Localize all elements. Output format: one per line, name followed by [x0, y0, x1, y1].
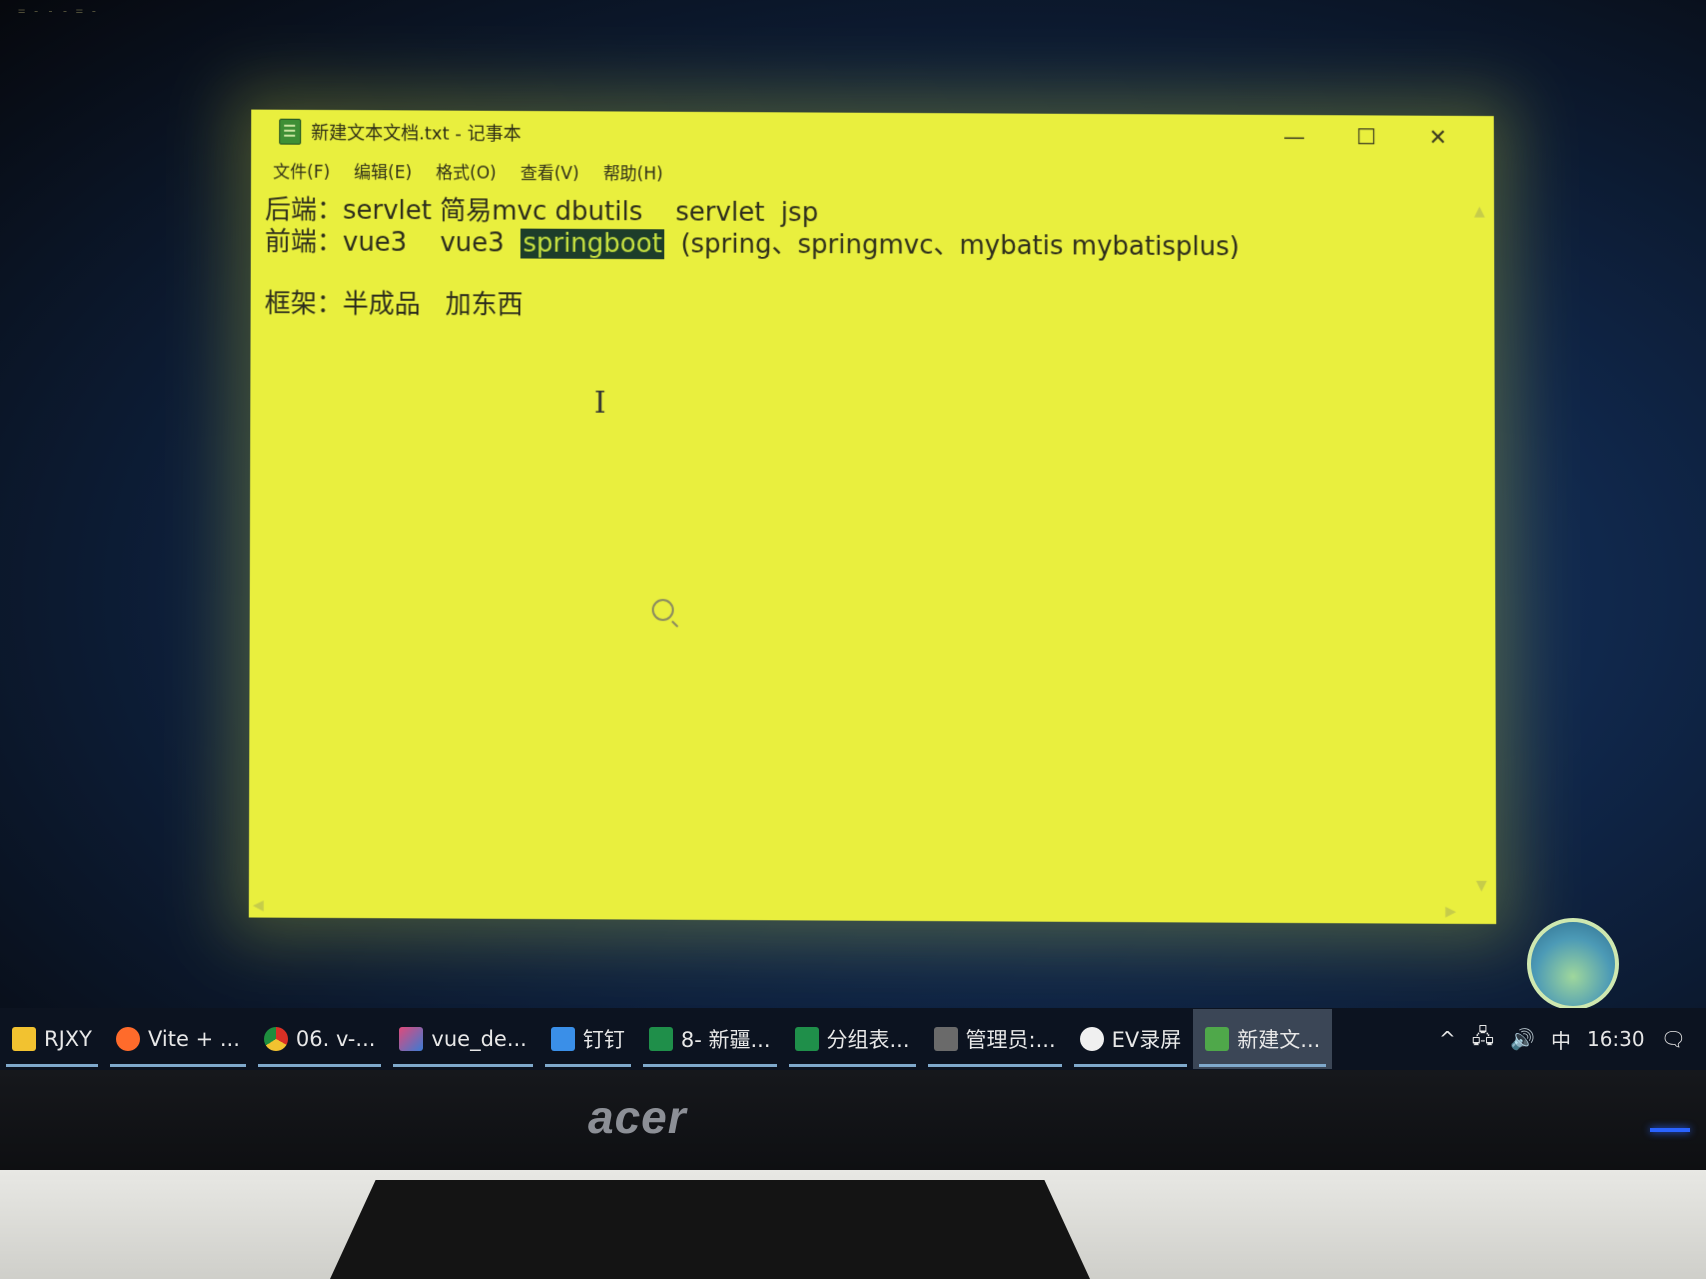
taskbar: RJXY Vite + ... 06. v-... vue_de... 钉钉 8… [0, 1008, 1706, 1070]
maximize-button[interactable]: ☐ [1330, 115, 1402, 159]
excel-icon [794, 1027, 819, 1051]
intellij-icon [399, 1027, 424, 1051]
excel-icon [648, 1027, 673, 1051]
taskbar-item-intellij[interactable]: vue_de... [387, 1009, 538, 1069]
ev-recorder-icon [1079, 1027, 1104, 1051]
text-line-2-start: 前端：vue3 vue3 [264, 227, 521, 259]
taskbar-item-notepad[interactable]: 新建文... [1193, 1009, 1333, 1069]
menu-help[interactable]: 帮助(H) [603, 159, 663, 187]
menu-file[interactable]: 文件(F) [273, 157, 330, 185]
notification-icon[interactable]: 🗨 [1661, 1027, 1686, 1051]
taskbar-label: 分组表... [826, 1028, 910, 1052]
dingtalk-icon [550, 1027, 575, 1051]
zoom-cursor-icon [651, 598, 674, 622]
scroll-right-icon[interactable]: ▶ [1445, 904, 1456, 920]
text-line-2: 前端：vue3 vue3 springboot (spring、springmv… [265, 221, 1240, 263]
taskbar-item-excel-2[interactable]: 分组表... [783, 1009, 922, 1069]
taskbar-label: RJXY [44, 1027, 92, 1051]
chrome-icon [263, 1027, 288, 1051]
clock[interactable]: 16:30 [1587, 1027, 1645, 1051]
taskbar-label: 8- 新疆... [680, 1028, 771, 1052]
ime-indicator[interactable]: 中 [1551, 1025, 1571, 1054]
monitor-bezel [0, 1070, 1706, 1170]
menu-format[interactable]: 格式(O) [436, 158, 497, 186]
taskbar-item-excel-1[interactable]: 8- 新疆... [637, 1009, 783, 1069]
desktop-corner-text: = - - - = - [18, 4, 98, 18]
taskbar-item-dingtalk[interactable]: 钉钉 [539, 1009, 637, 1069]
text-cursor-icon: I [594, 385, 607, 421]
folder-icon [12, 1027, 36, 1051]
monitor-brand-logo: acer [588, 1091, 687, 1143]
window-controls: — ☐ ✕ [1258, 115, 1474, 160]
taskbar-label: Vite + ... [148, 1027, 240, 1051]
taskbar-item-terminal[interactable]: 管理员:... [922, 1009, 1068, 1069]
menu-bar: 文件(F) 编辑(E) 格式(O) 查看(V) 帮助(H) [273, 157, 663, 187]
taskbar-label: 新建文... [1237, 1028, 1321, 1052]
taskbar-item-chrome[interactable]: 06. v-... [252, 1009, 388, 1069]
text-editor[interactable]: 后端：servlet 简易mvc dbutils servlet jsp 前端：… [263, 189, 1468, 897]
desktop: = - - - = - 新建文本文档.txt - 记事本 — ☐ ✕ 文件(F)… [0, 0, 1706, 1080]
menu-edit[interactable]: 编辑(E) [354, 158, 412, 186]
text-line-2-end: (spring、springmvc、mybatis mybatisplus) [664, 229, 1240, 263]
power-led-icon [1650, 1128, 1690, 1132]
close-button[interactable]: ✕ [1402, 116, 1474, 160]
taskbar-item-rjxy[interactable]: RJXY [0, 1009, 104, 1069]
window-title: 新建文本文档.txt - 记事本 [311, 122, 522, 145]
taskbar-label: vue_de... [431, 1027, 527, 1051]
volume-icon[interactable]: 🔊 [1510, 1027, 1535, 1051]
terminal-icon [933, 1027, 958, 1051]
taskbar-label: 06. v-... [295, 1027, 376, 1051]
taskbar-label: 钉钉 [582, 1028, 625, 1052]
title-bar[interactable]: 新建文本文档.txt - 记事本 — ☐ ✕ [251, 110, 1494, 160]
menu-view[interactable]: 查看(V) [520, 159, 579, 187]
scroll-left-icon[interactable]: ◀ [253, 897, 264, 913]
horizontal-scrollbar[interactable]: ◀ ▶ [253, 897, 1456, 919]
notepad-icon [279, 118, 302, 145]
notepad-icon [1205, 1027, 1230, 1051]
taskbar-label: 管理员:... [965, 1028, 1056, 1052]
selected-text[interactable]: springboot [520, 228, 665, 260]
scroll-down-icon[interactable]: ▼ [1476, 878, 1487, 894]
show-hidden-icons-chevron-icon[interactable]: ^ [1439, 1027, 1456, 1051]
taskbar-item-ev-recorder[interactable]: EV录屏 [1068, 1009, 1194, 1069]
floating-assistant-icon[interactable] [1527, 918, 1619, 1010]
system-tray: ^ 🖧 🔊 中 16:30 🗨 [1439, 1008, 1686, 1070]
firefox-icon [116, 1027, 140, 1051]
taskbar-label: EV录屏 [1111, 1028, 1182, 1052]
monitor-stand [330, 1180, 1090, 1279]
taskbar-item-firefox[interactable]: Vite + ... [104, 1009, 252, 1069]
network-icon[interactable]: 🖧 [1472, 1022, 1494, 1056]
minimize-button[interactable]: — [1258, 115, 1330, 159]
scroll-up-icon[interactable]: ▲ [1474, 204, 1485, 220]
vertical-scrollbar[interactable]: ▲ ▼ [1474, 204, 1490, 894]
notepad-window[interactable]: 新建文本文档.txt - 记事本 — ☐ ✕ 文件(F) 编辑(E) 格式(O)… [248, 109, 1497, 925]
text-line-3: 框架：半成品 加东西 [264, 289, 524, 321]
